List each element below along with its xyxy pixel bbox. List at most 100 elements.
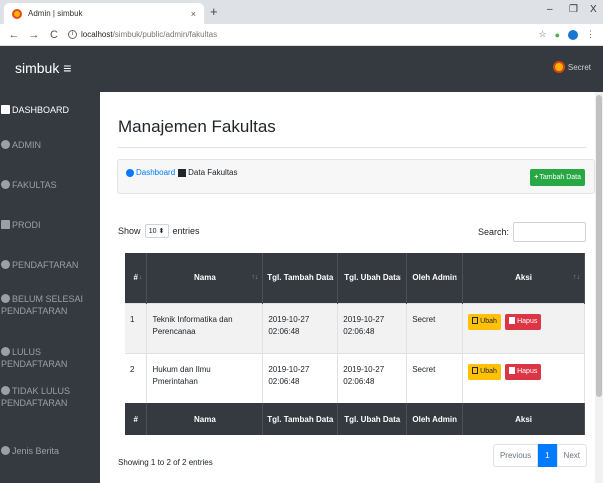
sidebar-item-label: LULUS PENDAFTARAN xyxy=(1,347,68,369)
cell-tgl-tambah: 2019-10-27 02:06:48 xyxy=(262,352,339,403)
cell-tgl-ubah: 2019-10-27 02:06:48 xyxy=(337,302,408,353)
edit-icon xyxy=(1,220,10,229)
page-1-button[interactable]: 1 xyxy=(538,444,557,467)
delete-button[interactable]: Hapus xyxy=(505,363,542,380)
cell-aksi: Ubah Hapus xyxy=(462,352,585,403)
entries-select[interactable]: 10 ⬍ xyxy=(144,224,169,238)
next-page-button[interactable]: Next xyxy=(556,444,587,467)
trash-icon xyxy=(509,316,516,324)
user-icon xyxy=(1,260,10,269)
browser-tab[interactable]: Admin | simbuk × xyxy=(4,3,204,24)
sidebar-item-label: PRODI xyxy=(12,220,41,230)
show-label: Show xyxy=(118,226,141,236)
sidebar-item-label: ADMIN xyxy=(12,140,41,150)
footer-header-aksi: Aksi xyxy=(462,403,585,435)
sidebar-item-jenis-berita[interactable]: Jenis Berita xyxy=(0,445,100,457)
entries-label: entries xyxy=(172,226,200,236)
cell-no: 2 xyxy=(125,352,148,403)
column-header-no[interactable]: # ↑↓ xyxy=(125,253,148,303)
reload-icon[interactable]: C xyxy=(48,29,60,41)
sidebar-item-fakultas[interactable]: FAKULTAS xyxy=(0,179,100,191)
footer-header-no: # xyxy=(125,403,148,435)
breadcrumb: Dashboard Data Fakultas xyxy=(126,168,238,177)
url-field[interactable]: i localhost/simbuk/public/admin/fakultas xyxy=(68,27,538,43)
title-divider xyxy=(118,147,586,148)
cell-tgl-tambah: 2019-10-27 02:06:48 xyxy=(262,302,339,353)
brand-toggle[interactable]: simbuk ≡ xyxy=(15,60,71,76)
cell-tgl-ubah: 2019-10-27 02:06:48 xyxy=(337,352,408,403)
table-icon xyxy=(178,168,187,177)
pagination: Previous 1 Next xyxy=(492,444,587,467)
sidebar-item-admin[interactable]: ADMIN xyxy=(0,139,100,151)
site-favicon-icon xyxy=(12,8,22,19)
entries-length: Show 10 ⬍ entries xyxy=(118,224,200,238)
sidebar-item-pendaftaran[interactable]: PENDAFTARAN xyxy=(0,259,100,271)
sidebar-item-belum-selesai[interactable]: BELUM SELESAI PENDAFTARAN xyxy=(0,293,100,317)
edit-button[interactable]: Ubah xyxy=(468,313,501,330)
cell-nama: Hukum dan Ilmu Pmerintahan xyxy=(146,352,264,403)
user-name: Secret xyxy=(567,62,591,72)
plus-icon: + xyxy=(534,174,539,181)
address-bar: ← → C i localhost/simbuk/public/admin/fa… xyxy=(0,24,603,46)
footer-header-tgl-ubah: Tgl. Ubah Data xyxy=(337,403,408,435)
minimize-icon[interactable]: – xyxy=(547,4,553,15)
sidebar-item-label-line2: PENDAFTARAN xyxy=(1,398,68,408)
cell-no: 1 xyxy=(125,302,148,353)
sidebar-item-dashboard[interactable]: DASHBOARD xyxy=(0,104,100,116)
sort-icon: ↑↓ xyxy=(326,273,334,281)
profile-icon[interactable] xyxy=(568,29,578,40)
table-row: 2 Hukum dan Ilmu Pmerintahan 2019-10-27 … xyxy=(125,352,585,403)
sort-icon: ↑↓ xyxy=(251,273,259,281)
sidebar-item-label: Jenis Berita xyxy=(12,446,60,456)
sidebar: DASHBOARD ADMIN FAKULTAS PRODI PENDAFTAR… xyxy=(0,92,100,483)
user-icon xyxy=(1,140,10,149)
back-icon[interactable]: ← xyxy=(8,29,20,41)
url-path: /simbuk/public/admin/fakultas xyxy=(112,30,218,39)
edit-button[interactable]: Ubah xyxy=(468,363,501,380)
edit-icon xyxy=(472,366,479,374)
previous-page-button[interactable]: Previous xyxy=(492,444,539,467)
sort-icon: ↑↓ xyxy=(395,273,403,281)
column-header-tgl-ubah[interactable]: Tgl. Ubah Data ↑↓ xyxy=(337,253,408,303)
fakultas-table: # ↑↓ Nama ↑↓ Tgl. Tambah Data ↑↓ Tgl. Ubah … xyxy=(125,253,585,435)
window-close-icon[interactable]: X xyxy=(590,4,597,15)
user-icon xyxy=(1,446,10,455)
column-header-nama[interactable]: Nama ↑↓ xyxy=(146,253,264,303)
new-tab-icon[interactable]: + xyxy=(210,4,218,19)
maximize-icon[interactable]: ❐ xyxy=(569,4,578,15)
column-header-tgl-tambah[interactable]: Tgl. Tambah Data ↑↓ xyxy=(262,253,339,303)
sidebar-item-label: DASHBOARD xyxy=(12,105,70,115)
breadcrumb-card: Dashboard Data Fakultas + Tambah Data xyxy=(117,159,595,194)
cell-aksi: Ubah Hapus xyxy=(462,302,585,353)
sidebar-item-label-line2: PENDAFTARAN xyxy=(1,306,68,316)
site-info-icon[interactable]: i xyxy=(68,30,77,39)
table-search: Search: xyxy=(478,222,586,242)
user-icon xyxy=(1,294,10,303)
delete-button[interactable]: Hapus xyxy=(505,313,542,330)
extension-icon[interactable]: ● xyxy=(555,30,560,40)
column-header-admin[interactable]: Oleh Admin ↑↓ xyxy=(406,253,464,303)
forward-icon[interactable]: → xyxy=(28,29,40,41)
browser-tab-title: Admin | simbuk xyxy=(28,9,83,18)
browser-menu-icon[interactable]: ⋮ xyxy=(586,29,595,40)
column-header-aksi[interactable]: Aksi ↑↓ xyxy=(462,253,585,303)
add-data-button[interactable]: + Tambah Data xyxy=(530,169,585,186)
footer-header-admin: Oleh Admin xyxy=(406,403,464,435)
sidebar-item-tidak-lulus[interactable]: TIDAK LULUS PENDAFTARAN xyxy=(0,385,100,409)
search-input[interactable] xyxy=(513,222,586,242)
sidebar-item-prodi[interactable]: PRODI xyxy=(0,219,100,231)
app-navbar: simbuk ≡ Secret xyxy=(0,46,603,92)
user-icon xyxy=(1,180,10,189)
sidebar-item-label: PENDAFTARAN xyxy=(12,260,79,270)
user-menu[interactable]: Secret xyxy=(552,61,591,73)
table-info: Showing 1 to 2 of 2 entries xyxy=(118,458,213,467)
cell-admin: Secret xyxy=(406,352,464,403)
search-label: Search: xyxy=(477,227,509,237)
sidebar-item-lulus-pendaftaran[interactable]: LULUS PENDAFTARAN xyxy=(0,346,100,370)
tab-close-icon[interactable]: × xyxy=(191,9,196,19)
page-title: Manajemen Fakultas xyxy=(118,117,276,136)
footer-header-tgl-tambah: Tgl. Tambah Data xyxy=(262,403,339,435)
scrollbar-thumb[interactable] xyxy=(596,95,602,397)
breadcrumb-dashboard-link[interactable]: Dashboard xyxy=(136,168,175,177)
bookmark-star-icon[interactable]: ☆ xyxy=(538,29,546,40)
